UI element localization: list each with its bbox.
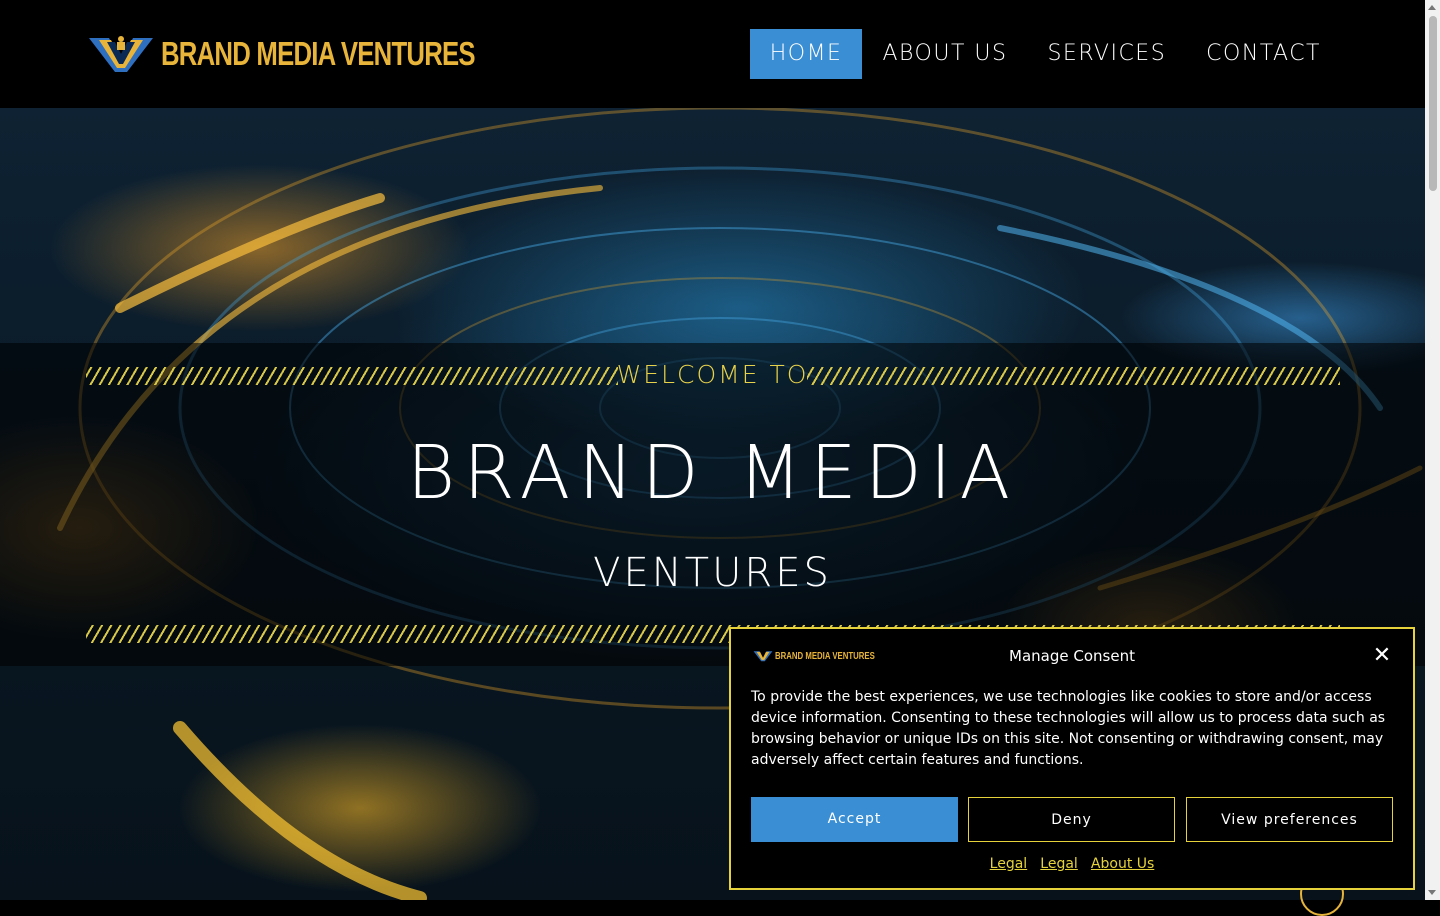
consent-links: Legal Legal About Us (731, 853, 1413, 872)
legal-link[interactable]: Legal (990, 856, 1028, 872)
close-icon[interactable]: ✕ (1371, 645, 1393, 667)
deny-button[interactable]: Deny (968, 797, 1175, 842)
about-us-link[interactable]: About Us (1091, 856, 1154, 872)
view-preferences-button[interactable]: View preferences (1186, 797, 1393, 842)
hero-welcome: WELCOME TO (616, 360, 809, 389)
logo-text: BRAND MEDIA VENTURES (161, 35, 476, 72)
nav-item-contact[interactable]: CONTACT (1186, 29, 1341, 79)
nav-item-about-us[interactable]: ABOUT US (862, 29, 1027, 79)
site-logo[interactable]: BRAND MEDIA VENTURES (87, 34, 563, 74)
consent-body-text: To provide the best experiences, we use … (751, 689, 1386, 768)
consent-dialog: BRAND MEDIA VENTURES Manage Consent ✕ To… (729, 627, 1415, 890)
hero-subtitle: VENTURES (593, 550, 832, 596)
hero-title: BRAND MEDIA (406, 430, 1019, 516)
nav-item-services[interactable]: SERVICES (1027, 29, 1186, 79)
scroll-down-arrow-icon[interactable] (1428, 890, 1436, 895)
page-scrollbar[interactable] (1425, 0, 1440, 900)
nav-item-home[interactable]: HOME (749, 29, 863, 79)
site-header: BRAND MEDIA VENTURES HOME ABOUT US SERVI… (0, 0, 1425, 108)
scroll-thumb[interactable] (1429, 16, 1437, 191)
accept-button[interactable]: Accept (751, 797, 958, 842)
consent-title: Manage Consent (1009, 647, 1135, 665)
bmv-v-logo-icon (89, 36, 153, 72)
main-nav: HOME ABOUT US SERVICES CONTACT (749, 29, 1341, 79)
legal-link-2[interactable]: Legal (1040, 856, 1078, 872)
scroll-up-arrow-icon[interactable] (1428, 5, 1436, 10)
